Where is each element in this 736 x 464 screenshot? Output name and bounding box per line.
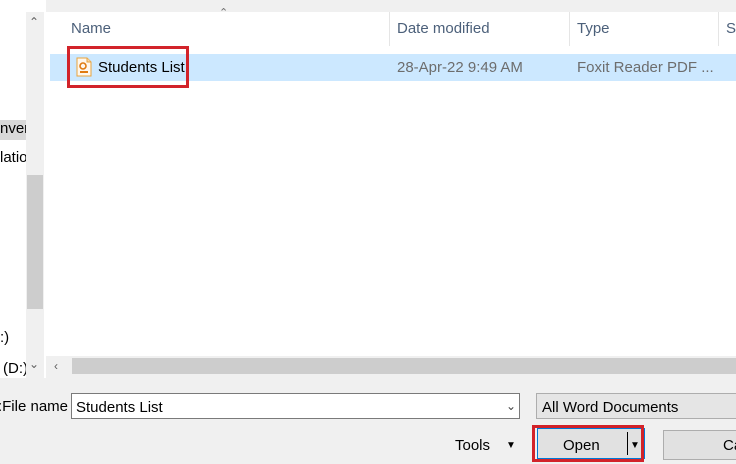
nav-item-conversions[interactable]: nver [0,120,26,140]
scroll-left-icon[interactable]: ‹ [54,360,58,372]
tools-dropdown-icon[interactable]: ▼ [506,440,516,451]
nav-item-label: (D:) [3,360,26,377]
file-name-value: Students List [76,399,163,416]
scroll-up-icon[interactable]: ⌃ [29,16,39,28]
nav-scrollbar-thumb[interactable] [27,175,43,309]
column-divider[interactable] [389,12,390,46]
cancel-button-label: Cancel [723,437,736,454]
file-type-cell: Foxit Reader PDF ... [577,59,714,76]
file-type-select[interactable]: All Word Documents [536,393,736,419]
file-name-label: File name: [0,398,68,415]
column-divider[interactable] [569,12,570,46]
nav-item-label: nver [0,120,26,137]
column-header-name[interactable]: Name [71,20,111,37]
nav-item-drive-c[interactable]: :) [0,329,26,346]
horizontal-scrollbar-thumb[interactable] [72,358,736,374]
list-top-strip [46,0,736,12]
column-divider[interactable] [718,12,719,46]
sort-up-icon: ⌃ [219,7,229,19]
highlight-box-open [532,425,644,462]
column-header-size[interactable]: S [726,20,736,37]
column-header-type[interactable]: Type [577,20,610,37]
chevron-down-icon[interactable]: ⌄ [506,399,516,413]
nav-item-label: latio [0,149,26,166]
nav-item-translation[interactable]: latio [0,149,26,166]
nav-item-label: :) [0,329,10,346]
scroll-down-icon[interactable]: ⌄ [29,358,39,370]
file-name-input[interactable]: Students List [71,393,520,419]
file-type-value: All Word Documents [542,399,679,416]
file-date-cell: 28-Apr-22 9:49 AM [397,59,523,76]
highlight-box-file [67,46,189,88]
column-header-date-modified[interactable]: Date modified [397,20,490,37]
cancel-button[interactable]: Cancel [663,430,736,460]
nav-item-drive-d[interactable]: (D:) [3,360,26,377]
tools-button[interactable]: Tools [455,437,490,454]
